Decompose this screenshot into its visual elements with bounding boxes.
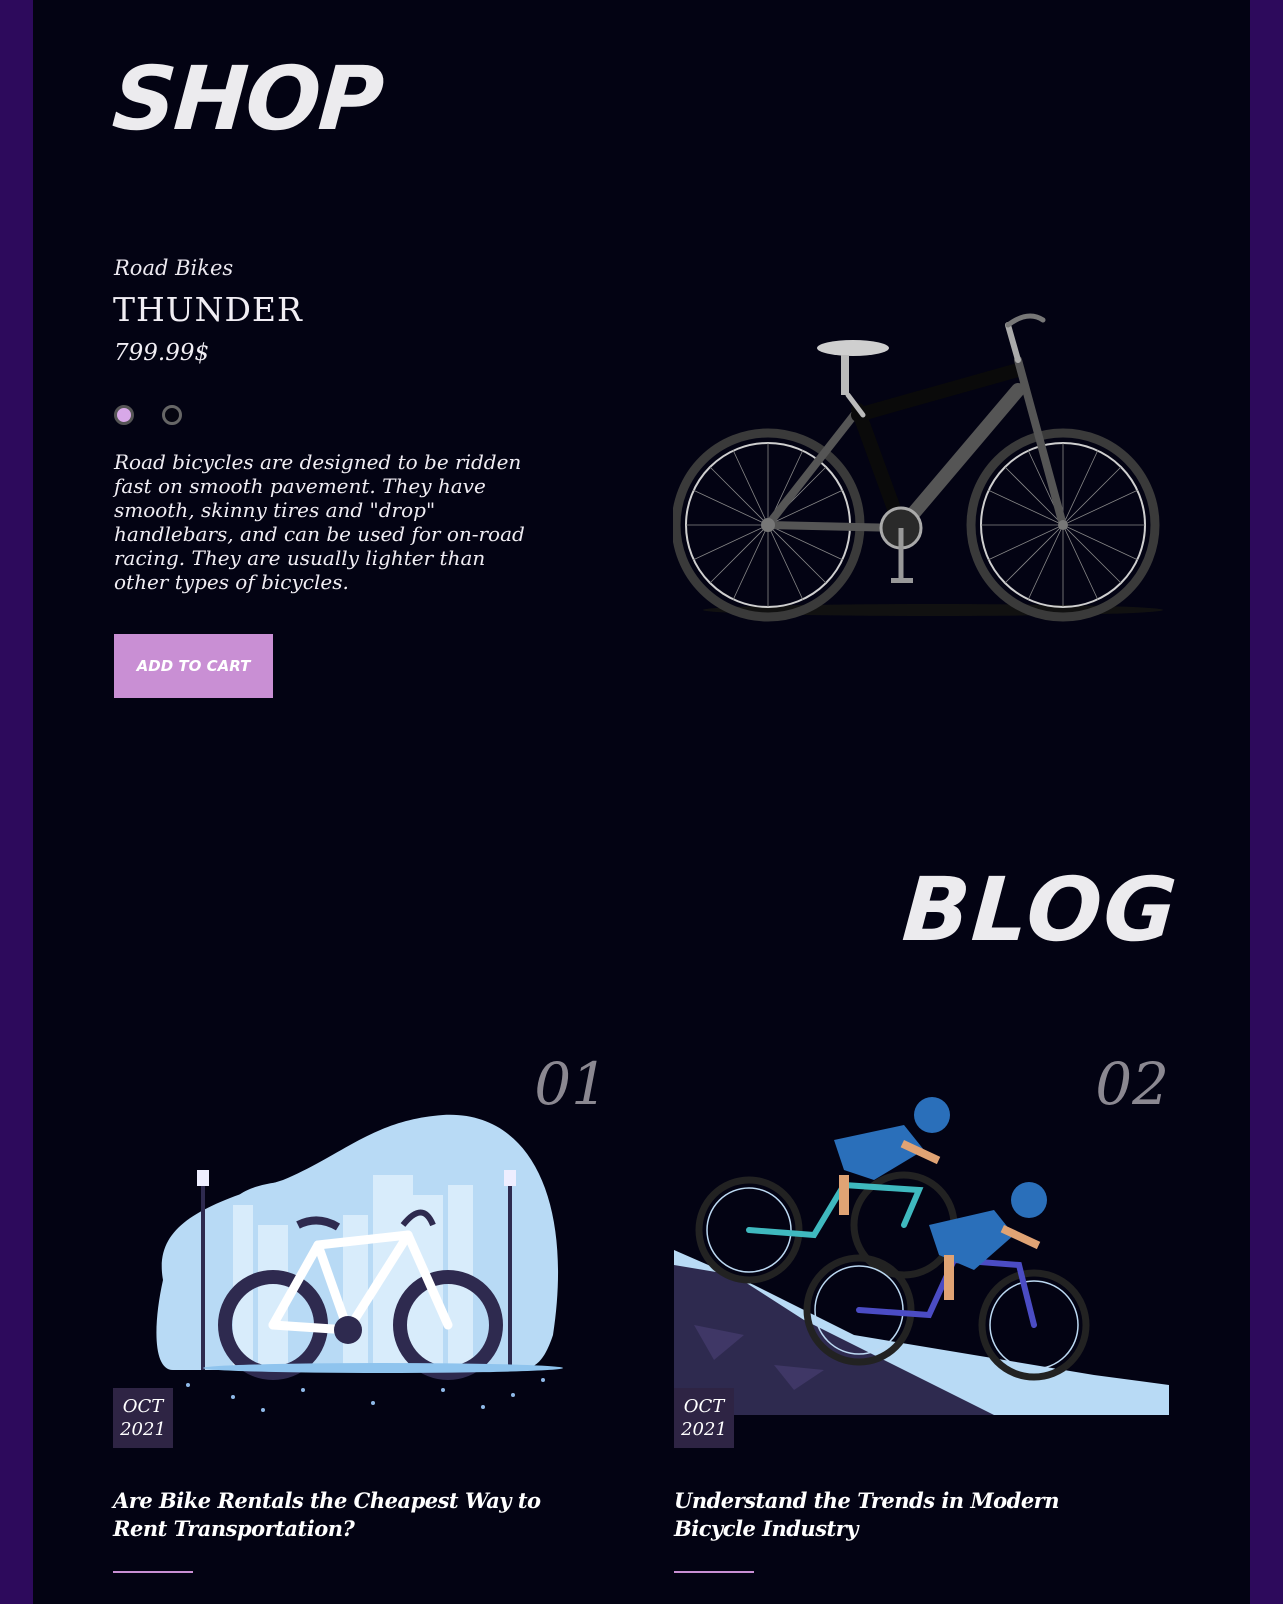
post-date-year: 2021 <box>681 1419 727 1440</box>
color-swatch-black[interactable] <box>162 405 182 425</box>
product-description: Road bicycles are designed to be ridden … <box>114 450 525 594</box>
product-category: Road Bikes <box>114 256 234 280</box>
product-bike-image <box>673 313 1163 622</box>
post-date-badge: OCT 2021 <box>674 1388 734 1448</box>
bike-rental-illustration <box>156 1114 563 1412</box>
shop-heading: SHOP <box>109 47 385 150</box>
post-title-link[interactable]: Understand the Trends in Modern Bicycle … <box>674 1487 1144 1543</box>
add-to-cart-button[interactable]: ADD TO CART <box>114 634 273 698</box>
title-divider <box>113 1571 193 1573</box>
mountain-bikers-illustration <box>674 1097 1169 1415</box>
post-date-badge: OCT 2021 <box>113 1388 173 1448</box>
page: SHOP Road Bikes THUNDER 799.99$ Road bic… <box>33 0 1250 1604</box>
post-date-year: 2021 <box>120 1419 166 1440</box>
post-date-month: OCT <box>122 1396 164 1417</box>
product-price: 799.99$ <box>114 340 210 366</box>
color-swatch-lilac[interactable] <box>114 405 134 425</box>
post-title-link[interactable]: Are Bike Rentals the Cheapest Way to Ren… <box>113 1487 583 1543</box>
title-divider <box>674 1571 754 1573</box>
product-name: THUNDER <box>113 290 303 329</box>
post-date-month: OCT <box>683 1396 725 1417</box>
blog-heading: BLOG <box>899 858 1182 961</box>
